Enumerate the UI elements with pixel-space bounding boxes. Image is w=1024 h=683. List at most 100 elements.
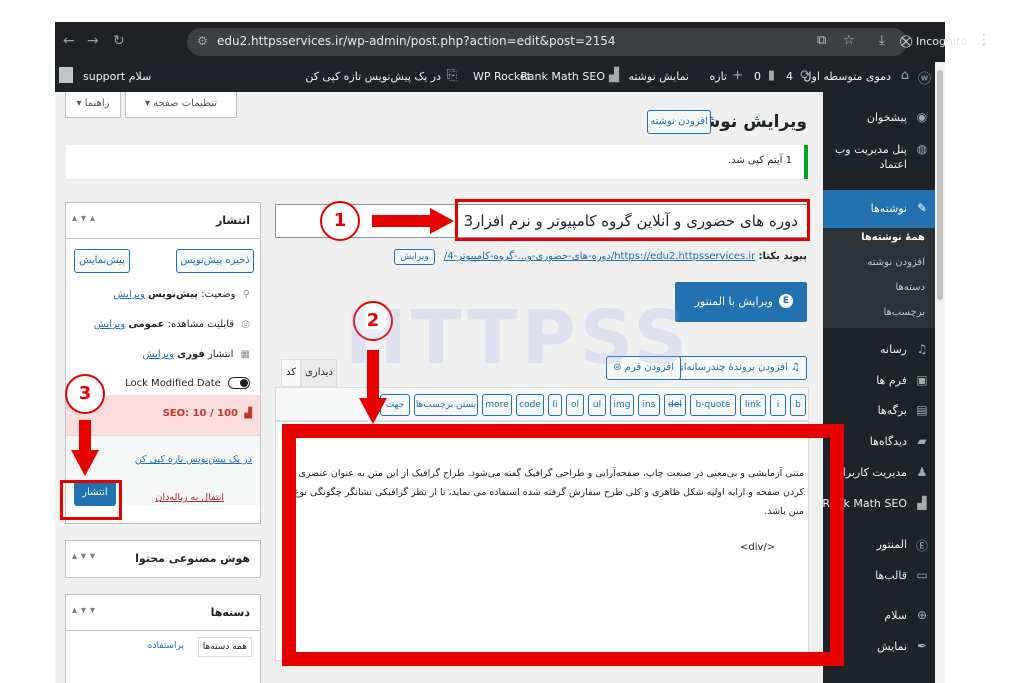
edit-schedule-link[interactable]: ویرایش xyxy=(142,349,173,360)
quicktags-toolbar: b i link b-quote del ins img ul ol li co… xyxy=(275,387,809,421)
templates-icon: ▭ xyxy=(916,568,928,582)
qt-blockquote-button[interactable]: b-quote xyxy=(690,394,736,416)
adminbar-updates[interactable]: 4 xyxy=(786,70,793,83)
edit-status-link[interactable]: ویرایش xyxy=(113,289,144,300)
browser-menu-icon[interactable]: ⋮ xyxy=(977,32,991,48)
elementor-button-label: ویرایش با المنتور xyxy=(694,295,773,308)
qt-bold-button[interactable]: b xyxy=(790,394,806,416)
qt-del-button[interactable]: del xyxy=(664,394,686,416)
reload-icon[interactable]: ↻ xyxy=(113,33,125,49)
adminbar-rank-math[interactable]: Rank Math SEO xyxy=(520,70,605,83)
submenu-add-post[interactable]: افزودن نوشته xyxy=(867,257,925,268)
scrollbar-thumb[interactable] xyxy=(937,70,943,300)
visibility-row: ◎ قابلیت مشاهده: عمومی ویرایش xyxy=(94,319,250,330)
sidebar-item-label: نوشته‌ها xyxy=(870,202,907,215)
adminbar-new[interactable]: تازه xyxy=(710,70,728,83)
sidebar-item-label: پیشخوان xyxy=(866,111,907,124)
sidebar-item-forms[interactable]: ▣ فرم ها xyxy=(823,367,929,395)
help-tab[interactable]: راهنما ▾ xyxy=(65,92,121,118)
media-icon: ♫ xyxy=(787,362,800,373)
qt-img-button[interactable]: img xyxy=(610,394,634,416)
back-icon[interactable]: ← xyxy=(63,33,75,49)
qt-li-button[interactable]: li xyxy=(548,394,562,416)
adminbar-comments[interactable]: 0 xyxy=(754,70,761,83)
address-bar[interactable]: ⚙ edu2.httpsservices.ir/wp-admin/post.ph… xyxy=(187,28,907,56)
submenu-all-posts[interactable]: همهٔ نوشته‌ها xyxy=(861,232,925,243)
adminbar-site-name[interactable]: دموی متوسطه اول xyxy=(804,70,891,83)
adminbar-greeting[interactable]: سلام support xyxy=(83,70,151,83)
adminbar-copy-draft[interactable]: در یک پیش‌نویس تازه کپی کن xyxy=(305,70,441,83)
qt-close-tags-button[interactable]: بستن برچسب‌ها xyxy=(414,394,478,416)
qt-ol-button[interactable]: ol xyxy=(566,394,584,416)
submenu-categories[interactable]: دسته‌ها xyxy=(895,282,925,293)
avatar[interactable] xyxy=(59,67,73,83)
submenu-tags[interactable]: برچسب‌ها xyxy=(883,307,925,318)
edit-with-elementor-button[interactable]: E ویرایش با المنتور xyxy=(675,282,807,322)
form-icon: ▣ xyxy=(916,373,928,387)
qt-ul-button[interactable]: ul xyxy=(588,394,606,416)
categories-box-title: دسته‌ها xyxy=(210,606,250,619)
status-value: پیش‌نویس xyxy=(148,289,198,300)
dashboard-icon: ◉ xyxy=(916,110,928,124)
forward-icon[interactable]: → xyxy=(87,33,99,49)
categories-tab-used[interactable]: پراستفاده xyxy=(148,641,184,651)
sidebar-item-label: نمایش xyxy=(877,640,907,653)
rankmath-score-icon: ▟ xyxy=(244,408,252,419)
wordpress-logo-icon[interactable]: ⓦ xyxy=(918,68,931,87)
incognito-icon: ⛒ xyxy=(900,34,913,48)
status-label: وضعیت: xyxy=(201,289,236,300)
box-handles-icon[interactable]: ▴▾▴ xyxy=(72,213,99,224)
copy-to-draft-link[interactable]: در یک پیش‌نویس تازه کپی کن xyxy=(135,454,252,465)
tab-visual[interactable]: دیداری xyxy=(301,359,337,387)
qt-more-button[interactable]: more xyxy=(482,394,512,416)
box-handles-icon[interactable]: ▴▾▾ xyxy=(72,605,99,616)
incognito-label: Incognito xyxy=(916,35,968,48)
qt-link-button[interactable]: link xyxy=(740,394,766,416)
arrow-2-head xyxy=(359,398,387,424)
media-icon: ♫ xyxy=(916,342,928,356)
address-url[interactable]: edu2.httpsservices.ir/wp-admin/post.php?… xyxy=(217,34,616,48)
sidebar-item-web-panel[interactable]: ◍ پنل مدیریت وب اعتماد xyxy=(823,136,929,176)
edit-visibility-link[interactable]: ویرایش xyxy=(94,319,125,330)
translate-icon[interactable]: ⧉ xyxy=(817,33,826,48)
preview-button[interactable]: پیش‌نمایش xyxy=(74,249,130,273)
sidebar-item-label: پنل مدیریت وب xyxy=(834,143,907,156)
site-info-icon[interactable]: ⚙ xyxy=(197,34,208,48)
sidebar-item-dashboard[interactable]: ◉ پیشخوان xyxy=(823,104,929,132)
move-to-trash-link[interactable]: انتقال به زباله‌دان xyxy=(156,492,225,503)
tab-code[interactable]: کد xyxy=(281,359,301,387)
add-new-post-button[interactable]: افزودن نوشته xyxy=(647,110,711,134)
users-icon: ♟ xyxy=(916,465,928,479)
sidebar-item-media[interactable]: ♫ رسانه xyxy=(823,336,929,364)
browser-toolbar: ← → ↻ ⚙ edu2.httpsservices.ir/wp-admin/p… xyxy=(55,22,991,62)
permalink-edit-button[interactable]: ویرایش xyxy=(394,249,435,265)
plus-icon: ⊕ xyxy=(916,608,928,622)
box-handles-icon[interactable]: ▴▾▾ xyxy=(72,551,99,562)
permalink-link[interactable]: https://edu2.httpsservices.ir/دوره-های-ح… xyxy=(444,251,755,262)
adminbar-wp-rocket[interactable]: WP Rocket xyxy=(473,70,531,83)
seo-score-value: SEO: 10 / 100 xyxy=(162,408,238,419)
incognito-indicator[interactable]: ⛒ Incognito xyxy=(900,29,970,55)
screen-options-tab[interactable]: تنظیمات صفحه ▾ xyxy=(125,92,237,118)
download-icon[interactable]: ⤓ xyxy=(879,33,885,48)
categories-tab-all[interactable]: همه دسته‌ها xyxy=(197,637,252,657)
sidebar-item-posts[interactable]: ✎ نوشته‌ها xyxy=(823,190,935,228)
updates-icon: ⟳ xyxy=(800,68,811,83)
schedule-value: فوری xyxy=(177,349,205,360)
sidebar-item-pages[interactable]: ▤ برگه‌ها xyxy=(823,397,929,425)
publish-box-header: انتشار ▴▾▴ xyxy=(66,203,260,239)
comment-icon: ▰ xyxy=(917,434,927,448)
qt-italic-button[interactable]: i xyxy=(770,394,786,416)
qt-code-button[interactable]: code xyxy=(516,394,544,416)
qt-ins-button[interactable]: ins xyxy=(638,394,660,416)
annotation-1: 1 xyxy=(320,201,360,241)
wp-admin-bar: ⓦ ⌂ دموی متوسطه اول ⟳ 4 ▮ 0 + تازه نمایش… xyxy=(55,62,935,92)
adminbar-view-post[interactable]: نمایش نوشته xyxy=(628,70,689,83)
bookmark-star-icon[interactable]: ☆ xyxy=(843,33,855,48)
save-draft-button[interactable]: ذخیره پیش‌نویس xyxy=(176,249,254,273)
lock-modified-toggle[interactable] xyxy=(228,377,250,389)
calendar-icon: ▦ xyxy=(240,349,250,360)
title-highlight-box xyxy=(455,199,810,241)
arrow-3-head xyxy=(71,450,99,476)
status-row: ⚲ وضعیت: پیش‌نویس ویرایش xyxy=(113,289,250,300)
